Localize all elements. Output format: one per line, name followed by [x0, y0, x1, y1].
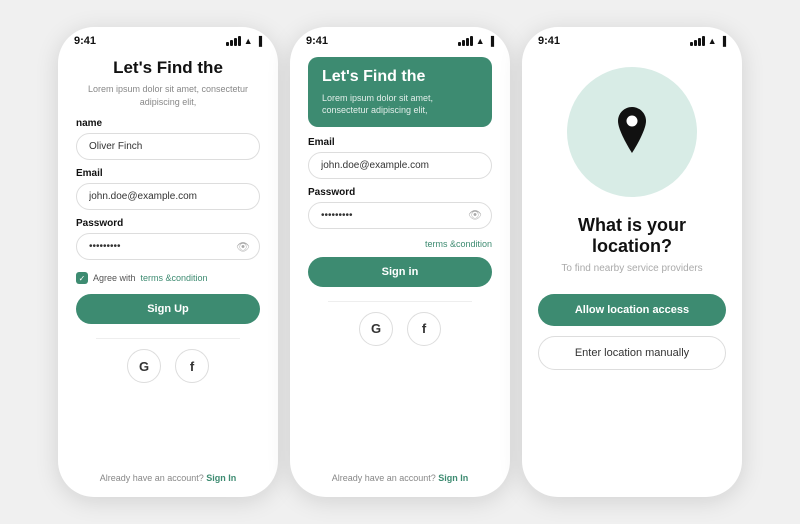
- status-bar-2: 9:41 ▲ ▐: [290, 27, 510, 51]
- enter-location-button[interactable]: Enter location manually: [538, 336, 726, 370]
- eye-icon-1[interactable]: 👁: [236, 240, 250, 253]
- divider-1: [96, 338, 240, 339]
- password-input-1[interactable]: [76, 233, 260, 260]
- signal-icon-2: [458, 36, 473, 46]
- password-field-group-1: Password 👁: [76, 218, 260, 260]
- terms-link-1[interactable]: terms &condition: [141, 273, 208, 283]
- time-3: 9:41: [538, 35, 560, 47]
- signal-icon: [226, 36, 241, 46]
- footer-link-2[interactable]: Sign In: [438, 473, 468, 483]
- battery-icon: ▐: [256, 36, 262, 46]
- signin-screen: 9:41 ▲ ▐ Let's Find the Lorem ipsum dolo…: [290, 27, 510, 497]
- signin-subtitle: Lorem ipsum dolor sit amet, consectetur …: [322, 92, 478, 117]
- social-row-2: G f: [308, 312, 492, 346]
- status-icons-1: ▲ ▐: [226, 36, 262, 46]
- time-1: 9:41: [74, 35, 96, 47]
- allow-location-button[interactable]: Allow location access: [538, 294, 726, 326]
- signup-content: Let's Find the Lorem ipsum dolor sit ame…: [58, 51, 278, 497]
- footer-2: Already have an account? Sign In: [308, 473, 492, 483]
- email-input-2[interactable]: [308, 152, 492, 179]
- facebook-button-1[interactable]: f: [175, 349, 209, 383]
- agree-checkbox[interactable]: [76, 272, 88, 284]
- signup-subtitle: Lorem ipsum dolor sit amet, consectetur …: [76, 83, 260, 108]
- status-bar-3: 9:41 ▲ ▐: [522, 27, 742, 51]
- google-button-1[interactable]: G: [127, 349, 161, 383]
- social-row-1: G f: [76, 349, 260, 383]
- location-circle: [567, 67, 697, 197]
- eye-icon-2[interactable]: 👁: [468, 209, 482, 222]
- email-input-1[interactable]: [76, 183, 260, 210]
- email-field-group: Email: [76, 168, 260, 210]
- google-button-2[interactable]: G: [359, 312, 393, 346]
- signin-title: Let's Find the: [322, 67, 478, 88]
- signal-icon-3: [690, 36, 705, 46]
- signup-header: Let's Find the Lorem ipsum dolor sit ame…: [76, 57, 260, 108]
- footer-text-1: Already have an account?: [100, 473, 204, 483]
- status-icons-3: ▲ ▐: [690, 36, 726, 46]
- wifi-icon: ▲: [244, 36, 253, 46]
- signin-highlight: Let's Find the Lorem ipsum dolor sit ame…: [308, 57, 492, 127]
- battery-icon-2: ▐: [488, 36, 494, 46]
- footer-link-1[interactable]: Sign In: [206, 473, 236, 483]
- map-pin-icon: [605, 103, 659, 162]
- agree-row: Agree with terms &condition: [76, 272, 260, 284]
- status-bar-1: 9:41 ▲ ▐: [58, 27, 278, 51]
- signup-screen: 9:41 ▲ ▐ Let's Find the Lorem ipsum dolo…: [58, 27, 278, 497]
- wifi-icon-3: ▲: [708, 36, 717, 46]
- signup-button[interactable]: Sign Up: [76, 294, 260, 324]
- battery-icon-3: ▐: [720, 36, 726, 46]
- password-wrapper-1: 👁: [76, 233, 260, 260]
- password-label-1: Password: [76, 218, 260, 229]
- name-label: name: [76, 118, 260, 129]
- name-input[interactable]: [76, 133, 260, 160]
- wifi-icon-2: ▲: [476, 36, 485, 46]
- footer-text-2: Already have an account?: [332, 473, 436, 483]
- screens-container: 9:41 ▲ ▐ Let's Find the Lorem ipsum dolo…: [42, 11, 758, 513]
- facebook-button-2[interactable]: f: [407, 312, 441, 346]
- terms-right[interactable]: terms &condition: [308, 239, 492, 249]
- email-field-group-2: Email: [308, 137, 492, 179]
- signin-button[interactable]: Sign in: [308, 257, 492, 287]
- location-content: What is your location? To find nearby se…: [522, 51, 742, 497]
- signup-title: Let's Find the: [76, 57, 260, 79]
- divider-2: [328, 301, 472, 302]
- status-icons-2: ▲ ▐: [458, 36, 494, 46]
- footer-1: Already have an account? Sign In: [76, 473, 260, 483]
- signin-content: Let's Find the Lorem ipsum dolor sit ame…: [290, 51, 510, 497]
- agree-text: Agree with: [93, 273, 136, 283]
- password-wrapper-2: 👁: [308, 202, 492, 229]
- location-screen: 9:41 ▲ ▐ Wha: [522, 27, 742, 497]
- email-label-1: Email: [76, 168, 260, 179]
- email-label-2: Email: [308, 137, 492, 148]
- password-input-2[interactable]: [308, 202, 492, 229]
- time-2: 9:41: [306, 35, 328, 47]
- password-label-2: Password: [308, 187, 492, 198]
- name-field-group: name: [76, 118, 260, 160]
- password-field-group-2: Password 👁: [308, 187, 492, 229]
- location-subtitle: To find nearby service providers: [561, 263, 702, 274]
- location-title: What is your location?: [538, 215, 726, 257]
